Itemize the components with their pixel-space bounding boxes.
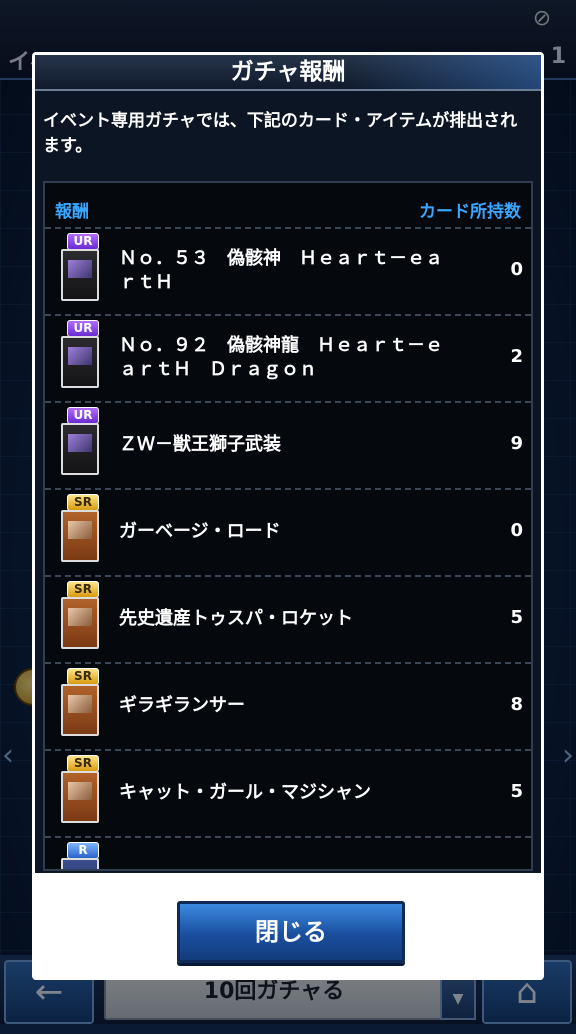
card-name: ギラギランサー [119, 695, 245, 716]
reward-list[interactable]: 報酬 カード所持数 UR Ｎｏ．５３ 偽骸神 Ｈｅａｒｔ－ｅａｒｔＨ 0 UR … [43, 181, 533, 871]
rarity-badge: UR [67, 320, 99, 337]
card-count: 5 [510, 781, 523, 802]
rarity-badge: UR [67, 407, 99, 424]
card-count: 0 [510, 520, 523, 541]
reward-row[interactable]: SR 先史遺産トゥスパ・ロケット 5 [45, 575, 531, 662]
rarity-badge: SR [67, 494, 99, 511]
card-count: 9 [510, 433, 523, 454]
reward-rows: UR Ｎｏ．５３ 偽骸神 Ｈｅａｒｔ－ｅａｒｔＨ 0 UR Ｎｏ．９２ 偽骸神龍… [45, 227, 531, 869]
card-image [61, 597, 99, 649]
card-count: 5 [510, 607, 523, 628]
rarity-badge: UR [67, 233, 99, 250]
card-name: ＺＷ－獣王獅子武装 [119, 434, 281, 455]
reward-row[interactable]: R [45, 836, 531, 869]
rarity-badge: R [67, 842, 99, 859]
reward-row[interactable]: UR ＺＷ－獣王獅子武装 9 [45, 401, 531, 488]
card-name: 先史遺産トゥスパ・ロケット [119, 608, 353, 629]
close-button[interactable]: 閉じる [177, 901, 405, 963]
card-name: キャット・ガール・マジシャン [119, 782, 371, 803]
card-count: 2 [510, 346, 523, 367]
dialog-footer: 閉じる [35, 873, 541, 977]
rarity-badge: SR [67, 581, 99, 598]
card-name: Ｎｏ．９２ 偽骸神龍 Ｈｅａｒｔ－ｅａｒｔＨ Ｄｒａｇｏｎ [119, 335, 443, 380]
card-image [61, 249, 99, 301]
card-image [61, 684, 99, 736]
card-count: 0 [510, 259, 523, 280]
reward-row[interactable]: UR Ｎｏ．５３ 偽骸神 Ｈｅａｒｔ－ｅａｒｔＨ 0 [45, 227, 531, 314]
column-header-reward: 報酬 [55, 202, 89, 222]
card-name: Ｎｏ．５３ 偽骸神 Ｈｅａｒｔ－ｅａｒｔＨ [119, 248, 443, 293]
reward-row[interactable]: SR キャット・ガール・マジシャン 5 [45, 749, 531, 836]
card-image [61, 336, 99, 388]
dialog-title: ガチャ報酬 [230, 59, 346, 85]
card-image [61, 858, 99, 869]
dialog-description: イベント専用ガチャでは、下記のカード・アイテムが排出されます。 [43, 111, 518, 156]
card-name: ガーベージ・ロード [119, 521, 281, 542]
rarity-badge: SR [67, 668, 99, 685]
card-image [61, 510, 99, 562]
reward-row[interactable]: SR ギラギランサー 8 [45, 662, 531, 749]
column-header-owned: カード所持数 [419, 202, 521, 222]
card-count: 8 [510, 694, 523, 715]
gacha-reward-dialog: ガチャ報酬 イベント専用ガチャでは、下記のカード・アイテムが排出されます。 報酬… [32, 52, 544, 980]
rarity-badge: SR [67, 755, 99, 772]
reward-row[interactable]: UR Ｎｏ．９２ 偽骸神龍 Ｈｅａｒｔ－ｅａｒｔＨ Ｄｒａｇｏｎ 2 [45, 314, 531, 401]
reward-row[interactable]: SR ガーベージ・ロード 0 [45, 488, 531, 575]
card-image [61, 423, 99, 475]
dialog-header: ガチャ報酬 [35, 55, 541, 91]
card-image [61, 771, 99, 823]
